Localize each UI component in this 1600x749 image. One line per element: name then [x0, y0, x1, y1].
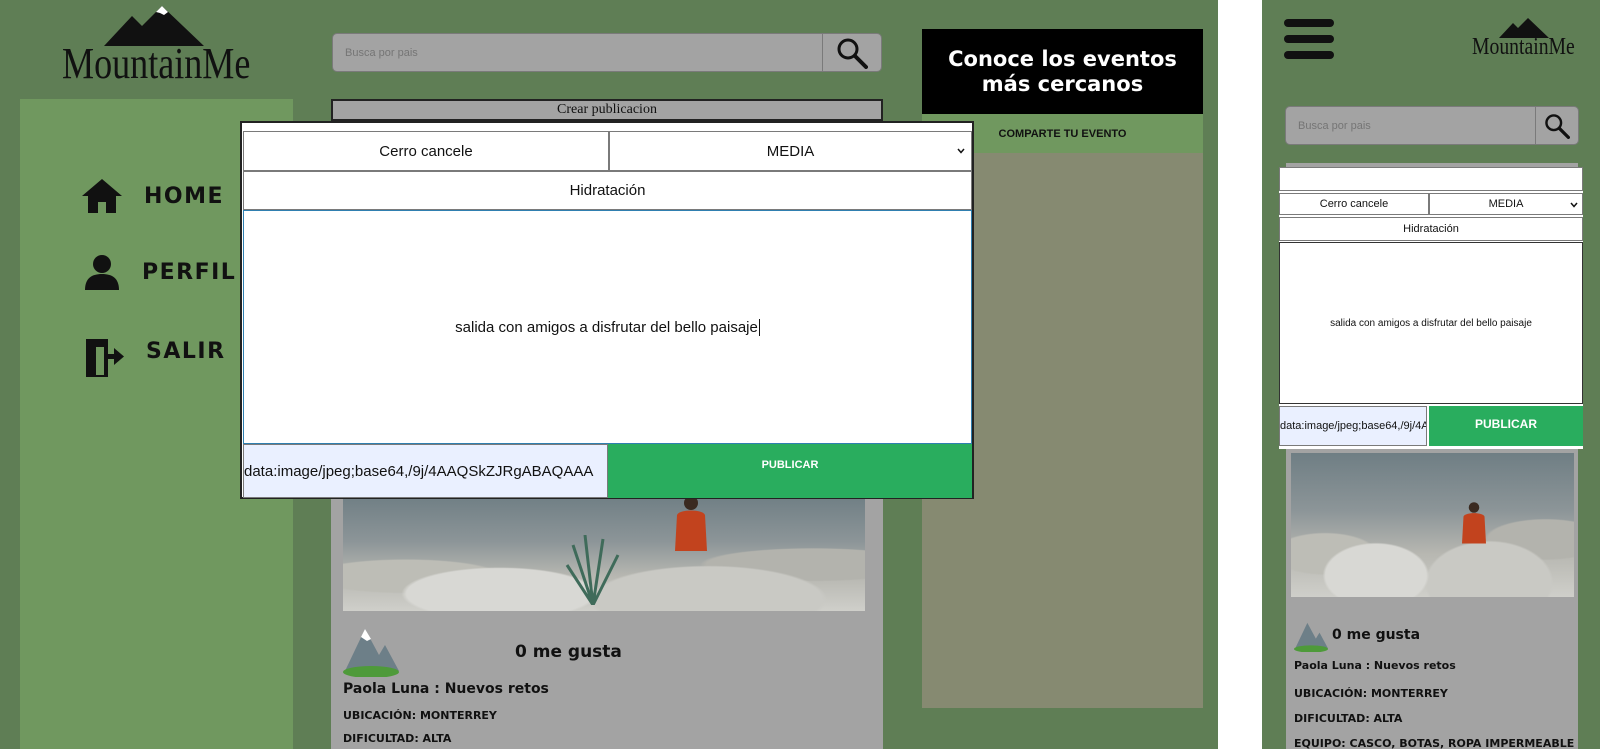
- nav-item-perfil[interactable]: PERFIL: [84, 254, 236, 290]
- mobile-image-file-input[interactable]: data:image/jpeg;base64,/9j/4A: [1279, 406, 1427, 446]
- chevron-down-icon: [1570, 202, 1578, 208]
- search-bar: [332, 33, 882, 72]
- mountain-avatar-icon: [1294, 622, 1328, 652]
- create-post-modal: Cerro cancele MEDIA Hidratación salida c…: [240, 121, 974, 499]
- publish-button[interactable]: PUBLICAR: [608, 444, 972, 498]
- mobile-search-button[interactable]: [1535, 107, 1578, 144]
- brand-name: MountainMe: [62, 39, 251, 88]
- mobile-search-input[interactable]: [1286, 107, 1535, 144]
- desktop-view: MountainMe HOME PERFIL SALIR Busca por p…: [0, 0, 1218, 749]
- post-likes: 0 me gusta: [515, 642, 622, 662]
- chevron-down-icon: [957, 148, 965, 154]
- mobile-logo[interactable]: MountainMe: [1472, 18, 1582, 64]
- post-location: UBICACIÓN: MONTERREY: [343, 709, 497, 722]
- home-icon: [82, 179, 122, 213]
- user-icon: [85, 255, 119, 290]
- difficulty-value: MEDIA: [766, 142, 815, 160]
- mobile-publish-button[interactable]: PUBLICAR: [1429, 406, 1583, 446]
- search-button[interactable]: [822, 34, 881, 71]
- logout-icon: [86, 339, 124, 377]
- search-icon: [1545, 113, 1570, 139]
- mobile-search-bar: [1285, 106, 1579, 145]
- mountain-avatar-icon: [343, 629, 399, 677]
- mobile-description-textarea[interactable]: salida con amigos a disfrutar del bello …: [1279, 242, 1583, 404]
- description-textarea[interactable]: salida con amigos a disfrutar del bello …: [243, 210, 972, 444]
- hamburger-menu-icon[interactable]: [1284, 18, 1334, 60]
- nav-item-salir[interactable]: SALIR: [84, 337, 226, 379]
- mobile-post-photo: [1291, 453, 1574, 597]
- post-title: Paola Luna : Nuevos retos: [343, 681, 549, 697]
- mobile-place-field[interactable]: Cerro cancele: [1279, 193, 1429, 215]
- mobile-post-likes: 0 me gusta: [1332, 627, 1421, 643]
- mobile-modal-top-field[interactable]: [1279, 167, 1583, 191]
- post-difficulty: DIFICULTAD: ALTA: [343, 732, 452, 745]
- mobile-post-difficulty: DIFICULTAD: ALTA: [1294, 712, 1403, 725]
- hiker-figure: [675, 496, 707, 551]
- nav-label-home: HOME: [144, 183, 225, 209]
- create-post-bar[interactable]: Crear publicacion: [331, 99, 883, 121]
- description-text: salida con amigos a disfrutar del bello …: [455, 318, 758, 336]
- nav-item-home[interactable]: HOME: [82, 179, 224, 213]
- mobile-tip-field[interactable]: Hidratación: [1279, 217, 1583, 241]
- difficulty-select[interactable]: MEDIA: [609, 131, 972, 171]
- search-input[interactable]: [333, 34, 822, 71]
- mobile-brand-name: MountainMe: [1472, 34, 1575, 60]
- image-file-input[interactable]: data:image/jpeg;base64,/9j/4AAQSkZJRgABA…: [243, 444, 608, 498]
- mobile-post-title: Paola Luna : Nuevos retos: [1294, 659, 1456, 672]
- mobile-view: MountainMe 0 me gusta Paola Luna : Nuevo…: [1262, 0, 1600, 749]
- text-cursor: [758, 318, 760, 336]
- mobile-post-equipment: EQUIPO: CASCO, BOTAS, ROPA IMPERMEABLE: [1294, 737, 1575, 749]
- mobile-create-post-modal: Cerro cancele MEDIA Hidratación salida c…: [1279, 167, 1583, 449]
- logo[interactable]: MountainMe: [62, 6, 250, 88]
- hiker-figure: [1462, 502, 1486, 544]
- post-photo: [343, 495, 865, 611]
- nav-label-perfil: PERFIL: [142, 259, 237, 285]
- search-icon: [837, 38, 868, 69]
- mobile-difficulty-value: MEDIA: [1488, 198, 1524, 210]
- nav-label-salir: SALIR: [146, 338, 226, 364]
- tip-field[interactable]: Hidratación: [243, 171, 972, 210]
- plant-shape: [565, 535, 620, 605]
- mobile-post-location: UBICACIÓN: MONTERREY: [1294, 687, 1448, 700]
- events-heading: Conoce los eventos más cercanos: [922, 29, 1203, 114]
- place-field[interactable]: Cerro cancele: [243, 131, 609, 171]
- mobile-difficulty-select[interactable]: MEDIA: [1429, 193, 1583, 215]
